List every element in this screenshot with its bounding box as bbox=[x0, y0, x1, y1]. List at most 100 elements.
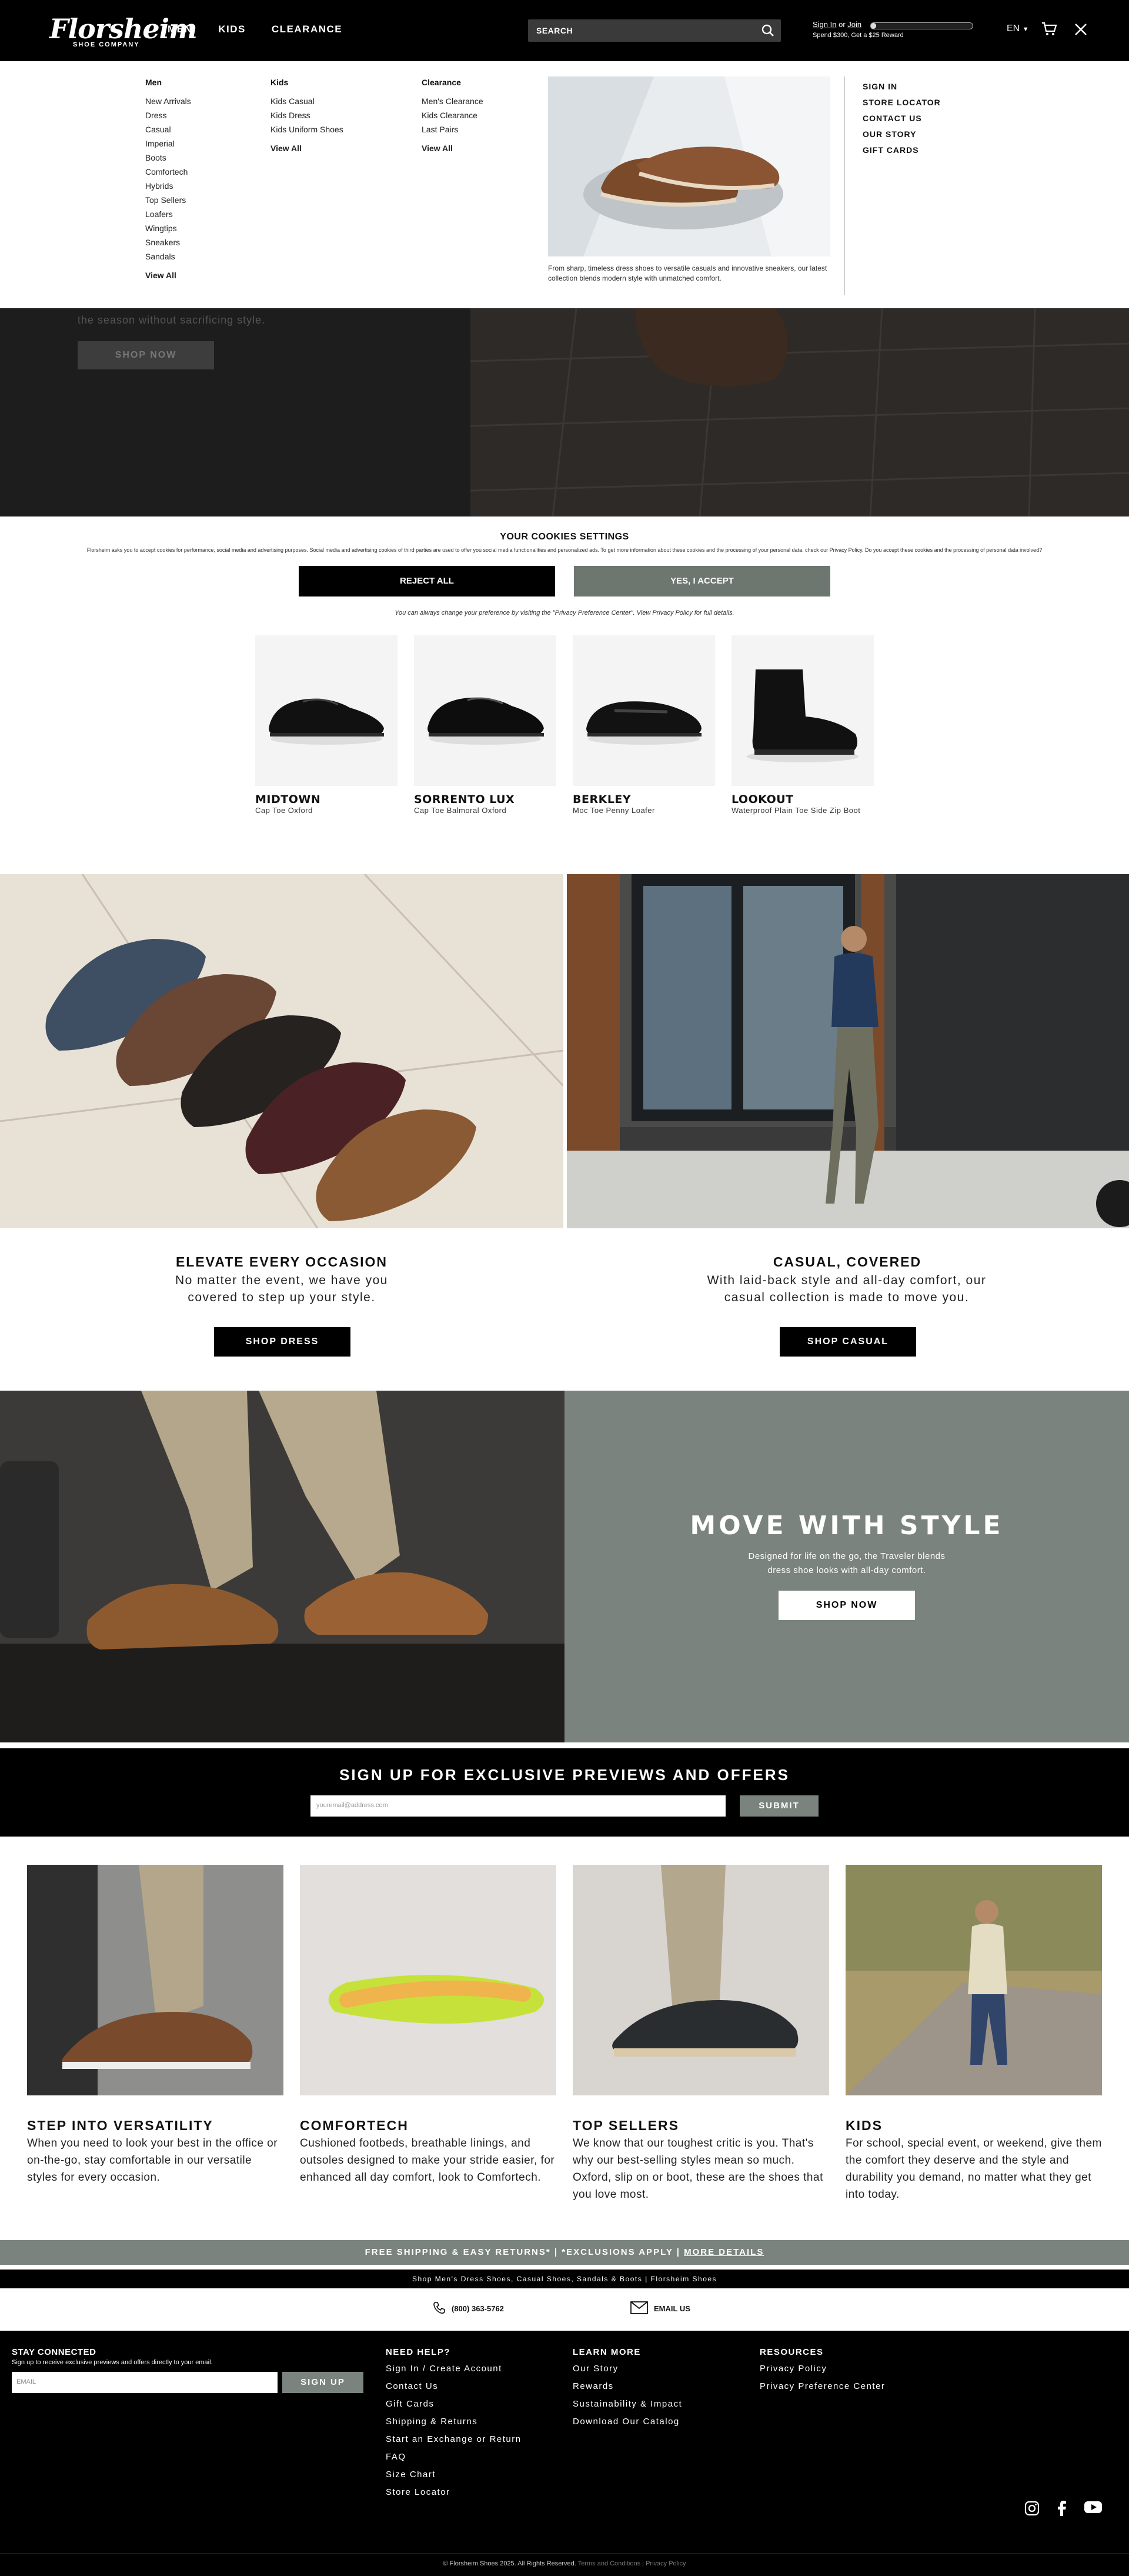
footer-link[interactable]: Download Our Catalog bbox=[573, 2413, 682, 2431]
menu-sign-in-link[interactable]: SIGN IN bbox=[863, 79, 941, 95]
shop-dress-button[interactable]: SHOP DRESS bbox=[214, 1327, 350, 1357]
footer-link[interactable]: Sustainability & Impact bbox=[573, 2395, 682, 2413]
footer-link[interactable]: Store Locator bbox=[386, 2484, 522, 2501]
footer-link[interactable]: Rewards bbox=[573, 2378, 682, 2395]
menu-item[interactable]: Casual bbox=[145, 122, 191, 136]
reject-all-button[interactable]: REJECT ALL bbox=[299, 566, 555, 596]
phone-number[interactable]: (800) 363-5762 bbox=[452, 2304, 504, 2313]
menu-item[interactable]: Comfortech bbox=[145, 165, 191, 179]
menu-view-all[interactable]: View All bbox=[422, 141, 483, 155]
footer-link[interactable]: Gift Cards bbox=[386, 2395, 522, 2413]
cart-icon[interactable] bbox=[1041, 21, 1057, 39]
footer-link[interactable]: Start an Exchange or Return bbox=[386, 2431, 522, 2448]
privacy-link[interactable]: Privacy Policy bbox=[646, 2560, 686, 2567]
menu-item[interactable]: New Arrivals bbox=[145, 94, 191, 108]
menu-heading-men[interactable]: Men bbox=[145, 78, 191, 87]
footer-link[interactable]: Privacy Preference Center bbox=[760, 2378, 885, 2395]
footer-link[interactable]: Shipping & Returns bbox=[386, 2413, 522, 2431]
menu-item[interactable]: Kids Casual bbox=[270, 94, 343, 108]
youtube-icon[interactable] bbox=[1084, 2501, 1102, 2519]
email-contact[interactable]: EMAIL US bbox=[630, 2301, 690, 2316]
menu-item[interactable]: Sandals bbox=[145, 249, 191, 264]
product-card[interactable]: MIDTOWN Cap Toe Oxford bbox=[255, 635, 398, 815]
product-image[interactable] bbox=[414, 635, 556, 786]
feature-title[interactable]: STEP INTO VERSATILITY bbox=[27, 2118, 283, 2134]
product-name[interactable]: LOOKOUT bbox=[731, 793, 874, 806]
product-image[interactable] bbox=[255, 635, 398, 786]
nav-men[interactable]: MEN bbox=[168, 24, 192, 35]
nav-kids[interactable]: KIDS bbox=[218, 24, 246, 35]
product-name[interactable]: SORRENTO LUX bbox=[414, 793, 556, 806]
menu-heading-kids[interactable]: Kids bbox=[270, 78, 343, 87]
menu-item[interactable]: Kids Uniform Shoes bbox=[270, 122, 343, 136]
menu-item[interactable]: Kids Clearance bbox=[422, 108, 483, 122]
menu-item[interactable]: Wingtips bbox=[145, 221, 191, 235]
footer-link[interactable]: Sign In / Create Account bbox=[386, 2360, 522, 2378]
close-icon[interactable] bbox=[1074, 22, 1088, 39]
feature-card[interactable]: TOP SELLERS We know that our toughest cr… bbox=[573, 1865, 829, 2203]
feature-card[interactable]: COMFORTECH Cushioned footbeds, breathabl… bbox=[300, 1865, 556, 2186]
footer-link[interactable]: Contact Us bbox=[386, 2378, 522, 2395]
product-name[interactable]: MIDTOWN bbox=[255, 793, 398, 806]
join-link[interactable]: Join bbox=[847, 20, 861, 29]
menu-item[interactable]: Loafers bbox=[145, 207, 191, 221]
menu-item[interactable]: Last Pairs bbox=[422, 122, 483, 136]
menu-item[interactable]: Top Sellers bbox=[145, 193, 191, 207]
nav-clearance[interactable]: CLEARANCE bbox=[272, 24, 342, 35]
footer-email-input[interactable]: EMAIL bbox=[12, 2372, 278, 2393]
email-us-link[interactable]: EMAIL US bbox=[654, 2304, 690, 2313]
feature-image[interactable] bbox=[300, 1865, 556, 2095]
menu-view-all[interactable]: View All bbox=[270, 141, 343, 155]
footer-link[interactable]: FAQ bbox=[386, 2448, 522, 2466]
accept-cookies-button[interactable]: YES, I ACCEPT bbox=[574, 566, 830, 596]
menu-store-locator-link[interactable]: STORE LOCATOR bbox=[863, 95, 941, 111]
instagram-icon[interactable] bbox=[1024, 2501, 1040, 2519]
feature-card[interactable]: KIDS For school, special event, or weeke… bbox=[846, 1865, 1102, 2203]
menu-item[interactable]: Hybrids bbox=[145, 179, 191, 193]
footer-sign-up-button[interactable]: SIGN UP bbox=[282, 2372, 363, 2393]
traveler-image[interactable] bbox=[0, 1391, 564, 1742]
menu-contact-us-link[interactable]: CONTACT US bbox=[863, 111, 941, 126]
feature-image[interactable] bbox=[846, 1865, 1102, 2095]
feature-title[interactable]: KIDS bbox=[846, 2118, 1102, 2134]
footer-link[interactable]: Our Story bbox=[573, 2360, 682, 2378]
feature-image[interactable] bbox=[27, 1865, 283, 2095]
feature-image[interactable] bbox=[573, 1865, 829, 2095]
menu-item[interactable]: Men's Clearance bbox=[422, 94, 483, 108]
product-name[interactable]: BERKLEY bbox=[573, 793, 715, 806]
search-icon[interactable] bbox=[761, 24, 775, 41]
menu-item[interactable]: Boots bbox=[145, 151, 191, 165]
product-card[interactable]: BERKLEY Moc Toe Penny Loafer bbox=[573, 635, 715, 815]
newsletter-email-input[interactable]: youremail@address.com bbox=[310, 1795, 726, 1817]
feature-title[interactable]: TOP SELLERS bbox=[573, 2118, 829, 2134]
terms-link[interactable]: Terms and Conditions bbox=[578, 2560, 640, 2567]
hero-shop-now-button[interactable]: SHOP NOW bbox=[78, 341, 214, 369]
feature-card[interactable]: STEP INTO VERSATILITY When you need to l… bbox=[27, 1865, 283, 2186]
menu-heading-clearance[interactable]: Clearance bbox=[422, 78, 483, 87]
menu-our-story-link[interactable]: OUR STORY bbox=[863, 126, 941, 142]
dress-category-image[interactable] bbox=[0, 874, 563, 1228]
search-input[interactable]: SEARCH bbox=[528, 19, 781, 42]
product-card[interactable]: LOOKOUT Waterproof Plain Toe Side Zip Bo… bbox=[731, 635, 874, 815]
product-image[interactable] bbox=[731, 635, 874, 786]
menu-promo-image[interactable] bbox=[548, 76, 830, 256]
language-selector[interactable]: EN ▼ bbox=[1007, 24, 1029, 34]
menu-item[interactable]: Dress bbox=[145, 108, 191, 122]
product-image[interactable] bbox=[573, 635, 715, 786]
product-card[interactable]: SORRENTO LUX Cap Toe Balmoral Oxford bbox=[414, 635, 556, 815]
casual-category-image[interactable] bbox=[567, 874, 1129, 1228]
menu-view-all[interactable]: View All bbox=[145, 268, 191, 282]
more-details-link[interactable]: MORE DETAILS bbox=[684, 2247, 764, 2257]
menu-item[interactable]: Sneakers bbox=[145, 235, 191, 249]
move-with-style-shop-now-button[interactable]: SHOP NOW bbox=[779, 1591, 915, 1620]
sign-in-link[interactable]: Sign In bbox=[813, 20, 836, 29]
menu-gift-cards-link[interactable]: GIFT CARDS bbox=[863, 142, 941, 158]
menu-item[interactable]: Kids Dress bbox=[270, 108, 343, 122]
footer-link[interactable]: Privacy Policy bbox=[760, 2360, 885, 2378]
phone-contact[interactable]: (800) 363-5762 bbox=[433, 2301, 504, 2316]
facebook-icon[interactable] bbox=[1057, 2501, 1067, 2519]
newsletter-submit-button[interactable]: SUBMIT bbox=[740, 1795, 819, 1817]
footer-link[interactable]: Size Chart bbox=[386, 2466, 522, 2484]
feature-title[interactable]: COMFORTECH bbox=[300, 2118, 556, 2134]
menu-item[interactable]: Imperial bbox=[145, 136, 191, 151]
